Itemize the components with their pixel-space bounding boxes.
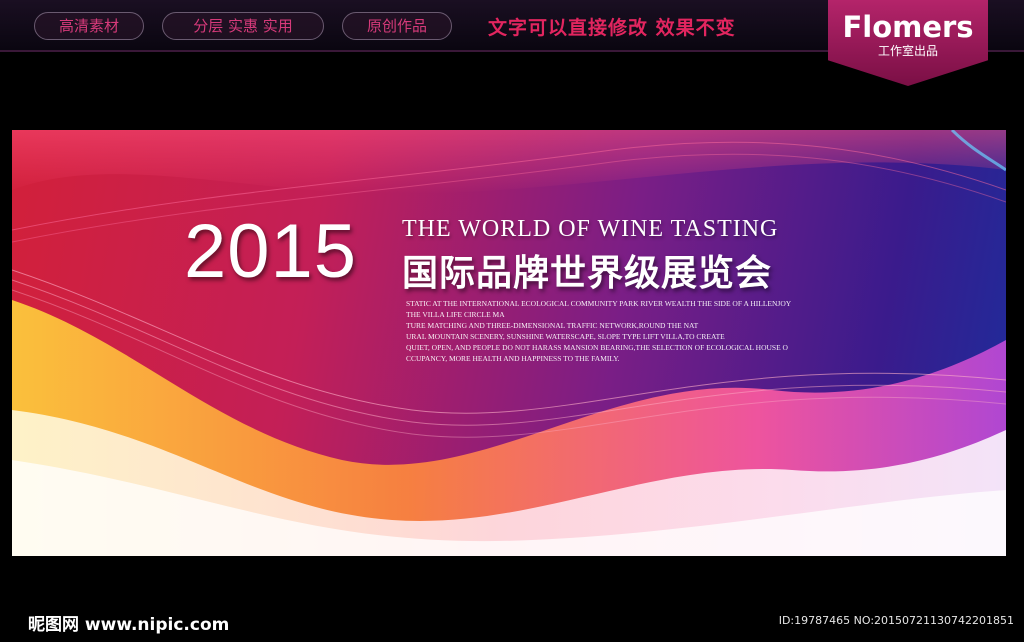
paragraph-line: URAL MOUNTAIN SCENERY, SUNSHINE WATERSCA…: [406, 332, 725, 341]
paragraph-line: STATIC AT THE INTERNATIONAL ECOLOGICAL C…: [406, 299, 792, 308]
hd-material-tag: 高清素材: [34, 12, 144, 40]
brand-badge: Flomers 工作室出品: [828, 0, 988, 86]
year-heading: 2015: [184, 209, 358, 294]
original-tag: 原创作品: [342, 12, 452, 40]
brand-name: Flomers: [842, 10, 974, 44]
brand-subtitle: 工作室出品: [877, 44, 938, 58]
paragraph-line: THE VILLA LIFE CIRCLE MA: [406, 310, 505, 319]
paragraph-line: CCUPANCY, MORE HEALTH AND HAPPINESS TO T…: [406, 354, 620, 363]
site-watermark: 昵图网 www.nipic.com: [28, 615, 230, 635]
description-paragraph: STATIC AT THE INTERNATIONAL ECOLOGICAL C…: [406, 298, 846, 364]
image-id-text: ID:19787465 NO:20150721130742201851: [778, 614, 1014, 627]
editable-text-tagline: 文字可以直接修改 效果不变: [488, 17, 736, 39]
chinese-title: 国际品牌世界级展览会: [402, 253, 773, 294]
english-title: THE WORLD OF WINE TASTING: [402, 216, 779, 242]
banner-artwork: 2015 THE WORLD OF WINE TASTING 国际品牌世界级展览…: [12, 130, 1006, 556]
paragraph-line: QUIET, OPEN, AND PEOPLE DO NOT HARASS MA…: [406, 343, 788, 352]
layered-tag: 分层 实惠 实用: [162, 12, 324, 40]
paragraph-line: TURE MATCHING AND THREE-DIMENSIONAL TRAF…: [406, 321, 699, 330]
